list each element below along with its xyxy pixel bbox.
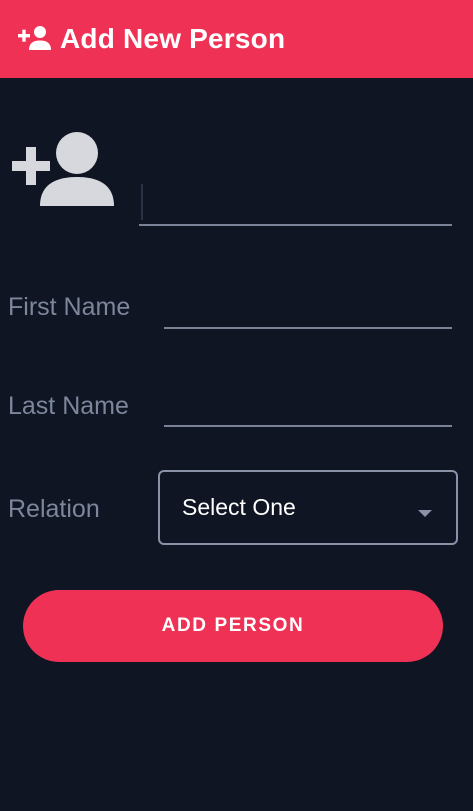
- first-name-input[interactable]: [164, 289, 452, 329]
- relation-label: Relation: [8, 495, 100, 523]
- app-header: Add New Person: [0, 0, 473, 78]
- last-name-input[interactable]: [164, 387, 452, 427]
- add-person-button[interactable]: ADD PERSON: [23, 590, 443, 662]
- relation-selected-value: Select One: [182, 494, 296, 520]
- relation-select[interactable]: Select One: [158, 470, 458, 545]
- person-add-icon: [18, 24, 52, 52]
- caret-down-icon: [418, 510, 432, 517]
- photo-input-field[interactable]: [139, 182, 452, 226]
- person-add-icon[interactable]: [10, 130, 116, 210]
- text-cursor: [141, 184, 143, 220]
- page-title: Add New Person: [60, 23, 286, 54]
- add-person-screen: Add New Person First Name Last Name Rela…: [0, 0, 473, 811]
- last-name-label: Last Name: [8, 392, 129, 420]
- first-name-label: First Name: [8, 293, 131, 321]
